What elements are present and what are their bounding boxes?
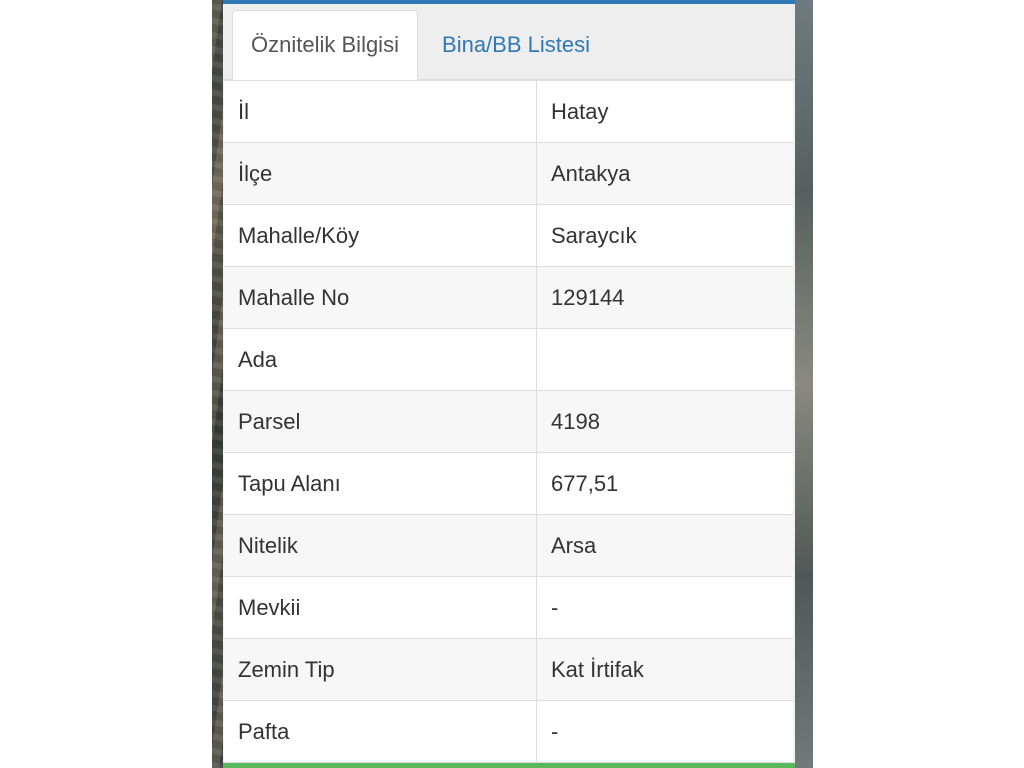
attribute-table: İl Hatay İlçe Antakya Mahalle/Köy Sarayc… xyxy=(224,80,793,763)
table-row: İlçe Antakya xyxy=(224,143,793,205)
row-key: Parsel xyxy=(224,391,537,452)
table-row: Nitelik Arsa xyxy=(224,515,793,577)
row-key: İl xyxy=(224,81,537,142)
row-value: - xyxy=(551,718,559,744)
row-value: 129144 xyxy=(551,284,625,310)
row-key: Mevkii xyxy=(224,577,537,638)
row-value: Hatay xyxy=(551,98,609,124)
row-value: Arsa xyxy=(551,532,597,558)
row-key: İlçe xyxy=(224,143,537,204)
row-key: Tapu Alanı xyxy=(224,453,537,514)
tab-oznitelik-bilgisi[interactable]: Öznitelik Bilgisi xyxy=(232,10,418,80)
table-row: Parsel 4198 xyxy=(224,391,793,453)
row-key: Mahalle No xyxy=(224,267,537,328)
row-key: Nitelik xyxy=(224,515,537,576)
row-key: Pafta xyxy=(224,701,537,762)
tab-bina-bb-listesi[interactable]: Bina/BB Listesi xyxy=(419,10,613,80)
table-row: Mevkii - xyxy=(224,577,793,639)
row-value: Antakya xyxy=(551,160,631,186)
parcel-info-panel: Öznitelik Bilgisi Bina/BB Listesi İl Hat… xyxy=(223,0,795,768)
bottom-action-bar[interactable] xyxy=(223,763,795,768)
row-value xyxy=(537,329,793,390)
row-key: Mahalle/Köy xyxy=(224,205,537,266)
row-value: - xyxy=(551,594,559,620)
table-row: Zemin Tip Kat İrtifak xyxy=(224,639,793,701)
row-value: 677,51 xyxy=(551,470,619,496)
table-row: Mahalle No 129144 xyxy=(224,267,793,329)
table-row: Mahalle/Köy Saraycık xyxy=(224,205,793,267)
row-key: Ada xyxy=(224,329,537,390)
row-key: Zemin Tip xyxy=(224,639,537,700)
table-row: Tapu Alanı 677,51 xyxy=(224,453,793,515)
row-value: Kat İrtifak xyxy=(551,656,644,682)
table-row: Pafta - xyxy=(224,701,793,763)
row-value: 4198 xyxy=(551,408,600,434)
tab-bar: Öznitelik Bilgisi Bina/BB Listesi xyxy=(223,4,795,80)
table-row: Ada xyxy=(224,329,793,391)
row-value: Saraycık xyxy=(551,222,637,248)
table-row: İl Hatay xyxy=(224,81,793,143)
